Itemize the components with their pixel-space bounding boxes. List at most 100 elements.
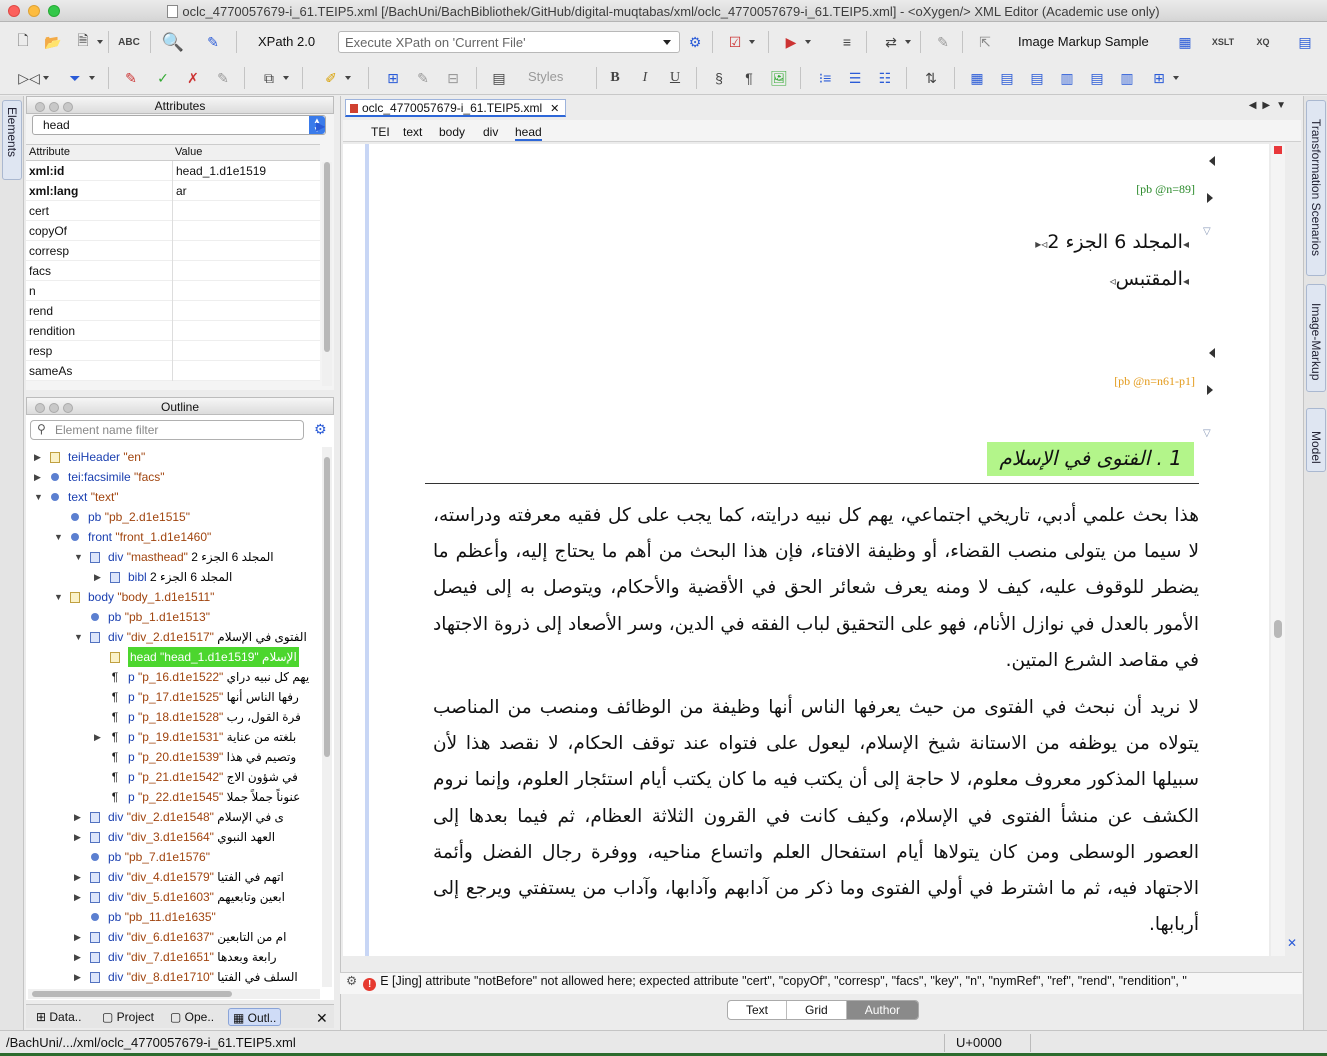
- panel-layout-icon[interactable]: ▦: [1174, 31, 1196, 53]
- navigate-arrow-icon[interactable]: ▶: [316, 119, 325, 133]
- tab-navigation-icons[interactable]: ◀▶▼: [1249, 100, 1292, 111]
- outline-node-div[interactable]: ▶ div "div_6.d1e1637" ام من التابعين: [28, 927, 320, 947]
- expand-triangle-icon[interactable]: ▶: [74, 867, 84, 887]
- attribute-value[interactable]: [172, 281, 320, 301]
- attribute-value[interactable]: [172, 201, 320, 221]
- close-icon[interactable]: ✕: [312, 1008, 332, 1026]
- section-heading[interactable]: 1 . الفتوى في الإسلام: [987, 442, 1194, 476]
- add-comment-icon[interactable]: ⊞: [382, 67, 404, 89]
- outline-node-div[interactable]: ▼ div "div_2.d1e1517" الفتوى في الإسلام: [28, 627, 320, 647]
- column-value-header[interactable]: Value: [172, 146, 202, 158]
- image-markup-label[interactable]: Image Markup Sample: [1018, 34, 1149, 49]
- grid-mode-button[interactable]: Grid: [787, 1001, 847, 1019]
- file-tab[interactable]: oclc_4770057679-i_61.TEIP5.xml ✕: [345, 99, 567, 117]
- element-selector[interactable]: head ▲ ▼: [32, 115, 326, 135]
- comment-icon[interactable]: ✎: [212, 67, 234, 89]
- table-row-above-icon[interactable]: ▤: [996, 67, 1018, 89]
- attribute-row[interactable]: rend: [26, 301, 320, 321]
- open-folder-icon[interactable]: 📂: [42, 31, 64, 53]
- paragraph[interactable]: هذا بحث علمي أدبي، تاريخي اجتماعي، يهم ك…: [433, 498, 1199, 679]
- expand-triangle-icon[interactable]: ▶: [74, 807, 84, 827]
- expand-triangle-icon[interactable]: ▶: [74, 927, 84, 947]
- editor-scrollbar[interactable]: [1271, 144, 1285, 956]
- outline-node-p[interactable]: ¶ p "p_22.d1e1545" عنوناً جملاً جملا: [28, 787, 320, 807]
- outline-node-p[interactable]: ¶ p "p_21.d1e1542" في شؤون الاج: [28, 767, 320, 787]
- attribute-row[interactable]: xml:lang ar: [26, 181, 320, 201]
- breadcrumb-item-body[interactable]: body: [439, 125, 465, 139]
- tag-start-marker-icon[interactable]: [1209, 348, 1215, 358]
- xpath-settings-icon[interactable]: ⚙: [684, 31, 706, 53]
- collapse-triangle-icon[interactable]: ▼: [54, 587, 64, 607]
- gear-icon[interactable]: ⚙: [314, 421, 327, 438]
- collapse-triangle-icon[interactable]: ▼: [34, 487, 44, 507]
- edit-comment-icon[interactable]: ✎: [412, 67, 434, 89]
- expand-triangle-icon[interactable]: ▶: [94, 567, 104, 587]
- expand-triangle-icon[interactable]: ▶: [74, 887, 84, 907]
- error-marker[interactable]: [1274, 146, 1282, 154]
- collapse-triangle-icon[interactable]: ▼: [74, 547, 84, 567]
- tag-display-icon[interactable]: ▷◁: [18, 67, 49, 89]
- find-icon[interactable]: 🔍: [162, 31, 184, 53]
- reject-change-icon[interactable]: ✗: [182, 67, 204, 89]
- expand-triangle-icon[interactable]: ▶: [74, 947, 84, 967]
- outline-node-pb[interactable]: pb "pb_1.d1e1513": [28, 607, 320, 627]
- outline-node-div[interactable]: ▶ div "div_4.d1e1579" اتهم في الفتيا: [28, 867, 320, 887]
- outline-vertical-scrollbar[interactable]: [322, 447, 332, 987]
- outline-node-text[interactable]: ▼ text "text": [28, 487, 320, 507]
- format-indent-icon[interactable]: ≡: [836, 31, 858, 53]
- breadcrumb-item-tei[interactable]: TEI: [371, 125, 390, 139]
- outline-node-bibl[interactable]: ▶ bibl المجلد 6 الجزء 2: [28, 567, 320, 587]
- table-delete-column-icon[interactable]: ▥: [1116, 67, 1138, 89]
- attribute-value[interactable]: [172, 261, 320, 281]
- edit-annotation-icon[interactable]: ✎: [932, 31, 954, 53]
- elements-side-tab[interactable]: Elements: [2, 100, 22, 180]
- outline-node-body[interactable]: ▼ body "body_1.d1e1511": [28, 587, 320, 607]
- attribute-row[interactable]: copyOf: [26, 221, 320, 241]
- settings-icon[interactable]: ⚙: [346, 974, 357, 988]
- outline-node-div[interactable]: ▶ div "div_5.d1e1603" ابعين وتابعيهم: [28, 887, 320, 907]
- attribute-row[interactable]: cert: [26, 201, 320, 221]
- paragraph-icon[interactable]: ¶: [738, 67, 760, 89]
- unordered-list-icon[interactable]: ☷: [874, 67, 896, 89]
- author-mode-button[interactable]: Author: [846, 1001, 919, 1019]
- outline-node-front[interactable]: ▼ front "front_1.d1e1460": [28, 527, 320, 547]
- expand-triangle-icon[interactable]: ▶: [74, 967, 84, 987]
- attribute-value[interactable]: [172, 341, 320, 361]
- attribute-row[interactable]: facs: [26, 261, 320, 281]
- open-find-tab[interactable]: ▢ Ope..: [166, 1008, 218, 1026]
- sort-icon[interactable]: ⇅: [920, 67, 942, 89]
- image-markup-side-tab[interactable]: Image-Markup: [1306, 284, 1326, 392]
- outline-node-head[interactable]: head "head_1.d1e1519" الإسلام: [28, 647, 320, 667]
- attribute-row[interactable]: resp: [26, 341, 320, 361]
- table-row-below-icon[interactable]: ▤: [1026, 67, 1048, 89]
- section-icon[interactable]: §: [708, 67, 730, 89]
- spell-check-icon[interactable]: ABC: [118, 31, 140, 53]
- css-styles-icon[interactable]: ▤: [488, 67, 510, 89]
- table-column-icon[interactable]: ▥: [1056, 67, 1078, 89]
- ordered-list-icon[interactable]: ☰: [844, 67, 866, 89]
- database-icon[interactable]: ▤: [1294, 31, 1316, 53]
- outline-node-p[interactable]: ¶ p "p_18.d1e1528" فرة القول، رب: [28, 707, 320, 727]
- italic-icon[interactable]: I: [634, 67, 656, 89]
- compare-files-icon[interactable]: ⇄: [880, 31, 911, 53]
- attribute-row[interactable]: xml:id head_1.d1e1519: [26, 161, 320, 181]
- outline-node-div[interactable]: ▼ div "masthead" المجلد 6 الجزء 2: [28, 547, 320, 567]
- expand-triangle-icon[interactable]: ▶: [34, 467, 44, 487]
- outline-node-div[interactable]: ▶ div "div_2.d1e1548" ى في الإسلام: [28, 807, 320, 827]
- attribute-value[interactable]: [172, 321, 320, 341]
- attributes-scrollbar[interactable]: [322, 162, 332, 386]
- outline-node-div[interactable]: ▶ div "div_7.d1e1651" رابعة وبعدها: [28, 947, 320, 967]
- element-name-filter-input[interactable]: Element name filter: [30, 420, 304, 440]
- outline-node-p[interactable]: ¶ p "p_17.d1e1525" رفها الناس أنها: [28, 687, 320, 707]
- author-page[interactable]: [pb @n=89] ▽ ◂المجلد 6 الجزء 2◃▸ ◂المقتب…: [343, 144, 1269, 956]
- model-side-tab[interactable]: Model: [1306, 408, 1326, 472]
- image-icon[interactable]: 🖼: [768, 67, 790, 89]
- styles-dropdown[interactable]: Styles: [524, 67, 584, 87]
- breadcrumb-item-div[interactable]: div: [483, 125, 498, 139]
- outline-node-p[interactable]: ¶ p "p_16.d1e1522" يهم كل نبيه دراي: [28, 667, 320, 687]
- outline-node-pb[interactable]: pb "pb_2.d1e1515": [28, 507, 320, 527]
- accept-change-icon[interactable]: ✓: [152, 67, 174, 89]
- attribute-row[interactable]: n: [26, 281, 320, 301]
- new-document-icon[interactable]: 🗋: [12, 31, 34, 53]
- close-icon[interactable]: ✕: [1287, 936, 1297, 950]
